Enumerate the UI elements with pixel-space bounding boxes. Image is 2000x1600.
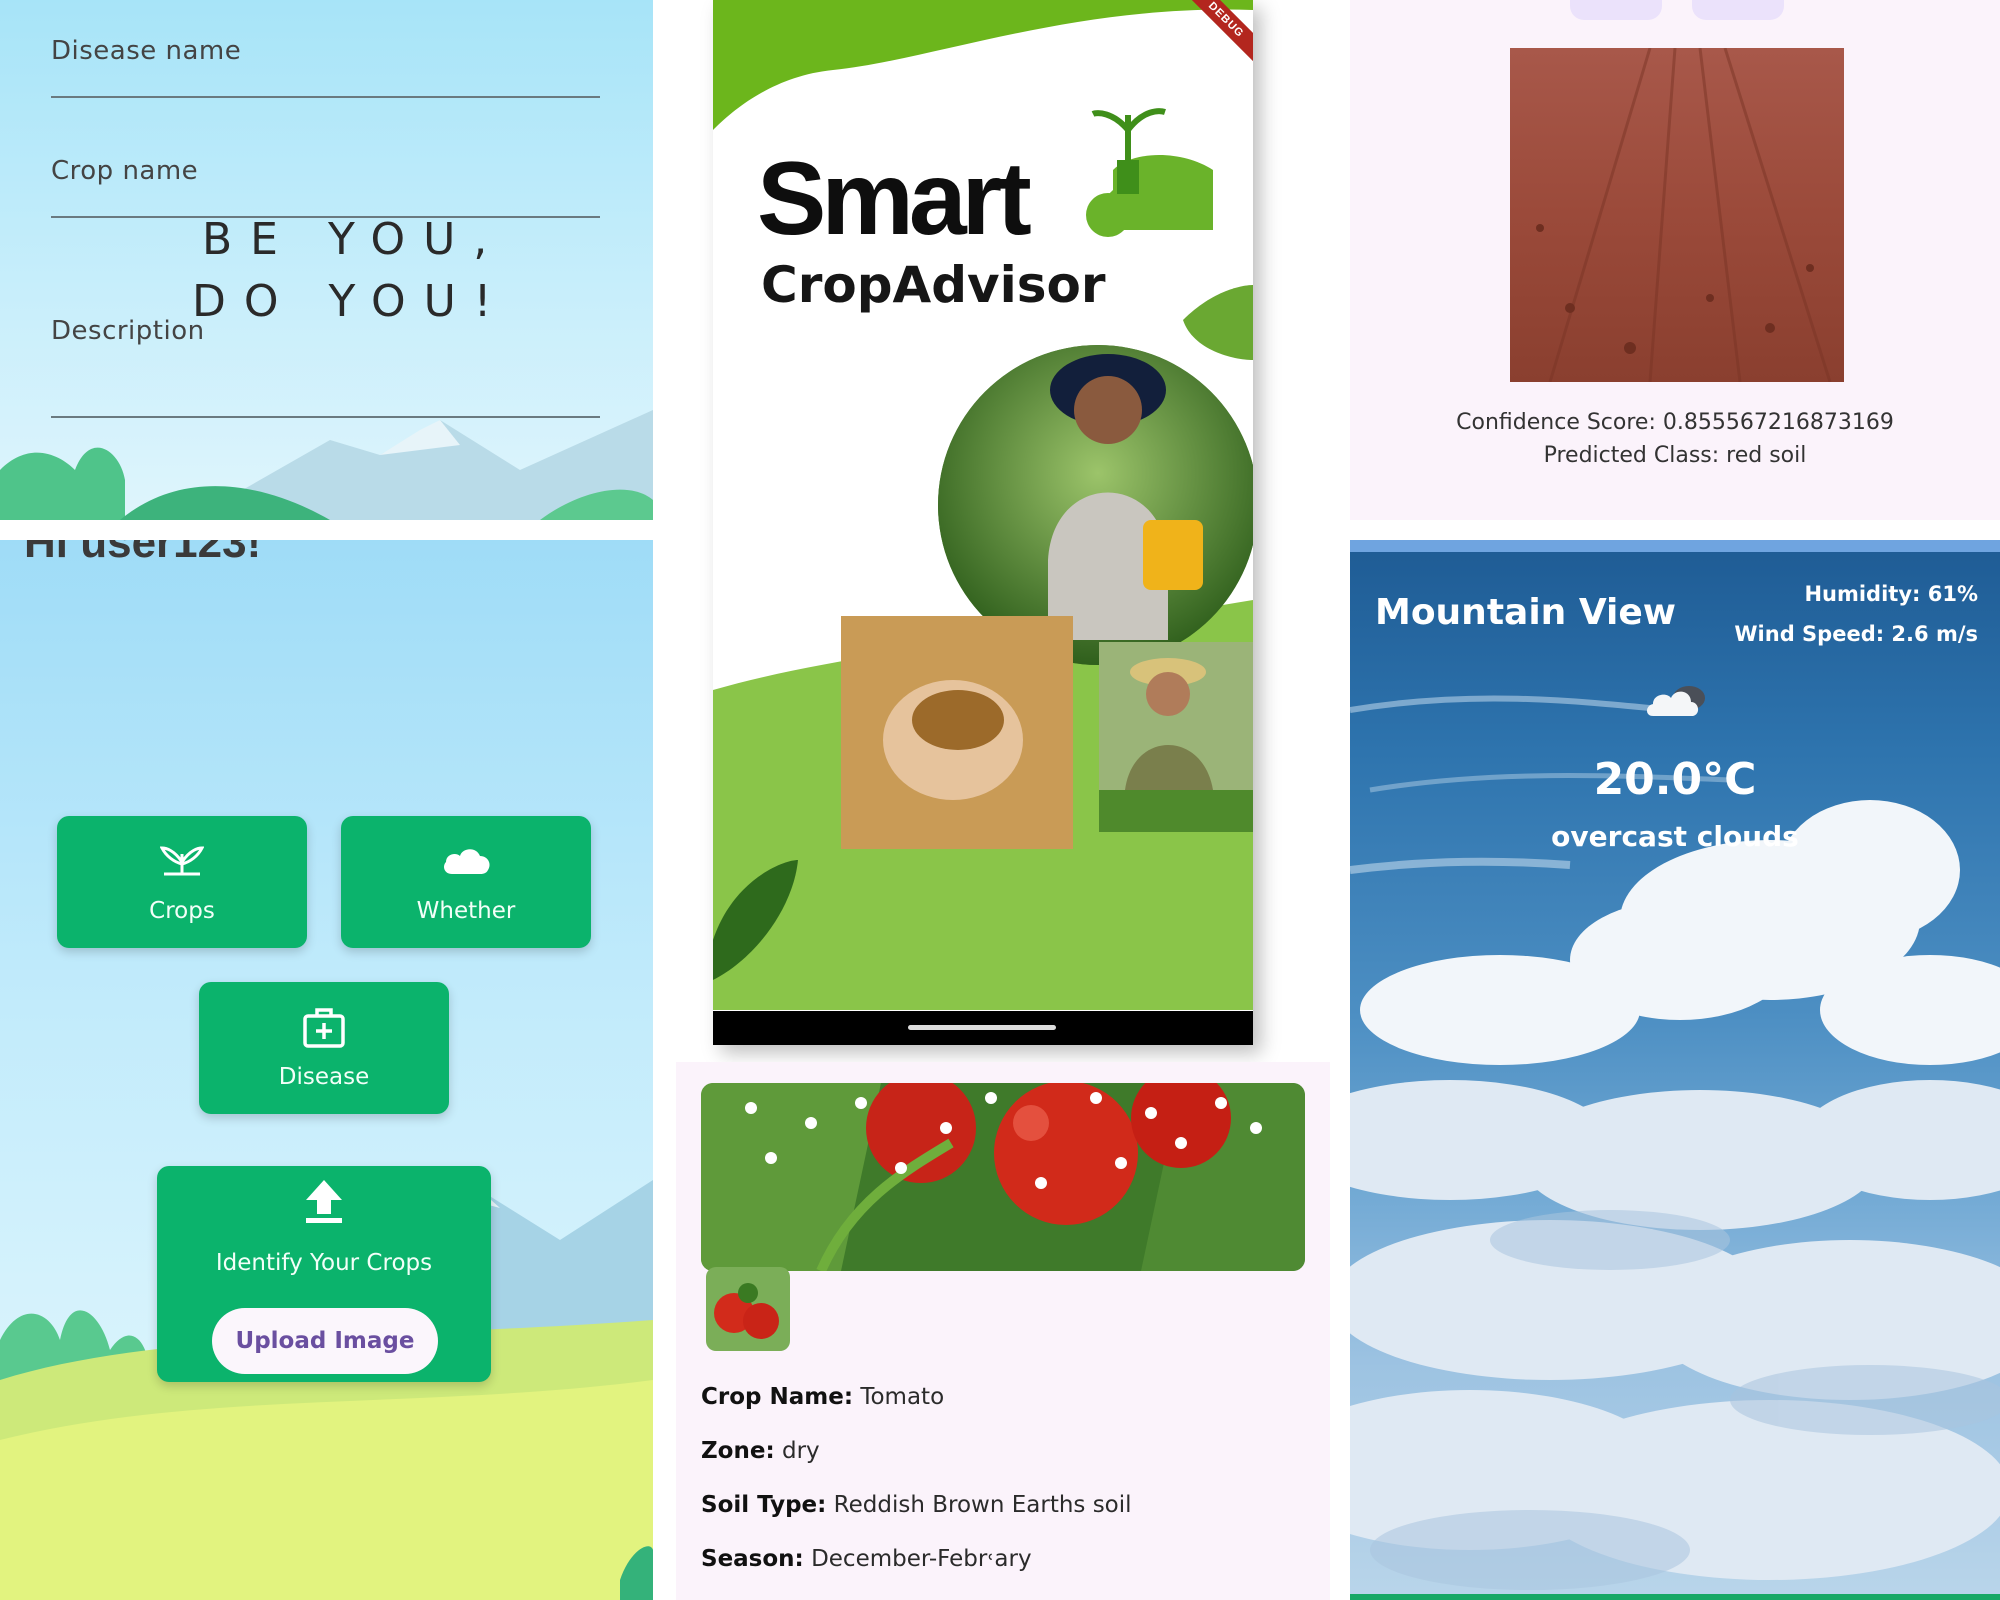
cloud-icon xyxy=(444,849,490,874)
humidity-text: Humidity: 61% xyxy=(1804,582,1978,606)
tomato-thumbnail xyxy=(706,1267,790,1351)
disease-card-label: Disease xyxy=(278,1064,370,1090)
motto-line-2: DO YOU! xyxy=(192,276,510,327)
crops-card-label: Crops xyxy=(149,898,215,924)
season-value: December-Febr˓ary xyxy=(811,1546,1032,1572)
soil-type-row: Soil Type: Reddish Brown Earths soil xyxy=(701,1492,1132,1518)
zone-row: Zone: dry xyxy=(701,1438,820,1464)
logo-hand-plant-icon xyxy=(1086,108,1213,237)
home-gesture-handle[interactable] xyxy=(908,1025,1056,1030)
weather-description: overcast clouds xyxy=(1551,820,1799,853)
tomato-banner-image xyxy=(701,1083,1305,1271)
brand-title: Smart xyxy=(757,141,1032,257)
crop-name-key: Crop Name: xyxy=(701,1384,854,1410)
season-row: Season: December-Febr˓ary xyxy=(701,1546,1032,1572)
disease-card[interactable]: Disease xyxy=(199,982,449,1114)
zone-key: Zone: xyxy=(701,1438,775,1464)
cloud-icon xyxy=(1647,686,1705,716)
brand-subtitle: CropAdvisor xyxy=(761,256,1106,314)
motto-line-1: BE YOU, xyxy=(202,214,506,265)
home-screen: Hi user123! Crops Whether Disease Identi… xyxy=(0,540,653,1600)
upload-icon xyxy=(306,1180,342,1223)
temperature-text: 20.0°C xyxy=(1593,754,1757,805)
identify-crops-title: Identify Your Crops xyxy=(215,1250,433,1276)
disease-form-screen: Disease name Crop name Description BE YO… xyxy=(0,0,653,520)
medical-kit-icon xyxy=(303,1008,345,1048)
tab-button-left[interactable] xyxy=(1570,0,1662,20)
zone-value: dry xyxy=(781,1438,820,1464)
greeting-text: Hi user123! xyxy=(24,540,262,567)
disease-name-underline xyxy=(51,96,600,98)
system-nav-bar xyxy=(713,1011,1253,1045)
crop-name-row: Crop Name: Tomato xyxy=(701,1384,944,1410)
sprout-icon xyxy=(160,846,204,876)
predicted-class: Predicted Class: red soil xyxy=(1543,443,1807,468)
red-soil-image xyxy=(1510,48,1844,382)
soil-type-key: Soil Type: xyxy=(701,1492,827,1518)
crop-name-field[interactable]: Crop name xyxy=(51,156,600,218)
disease-name-label: Disease name xyxy=(51,36,242,66)
city-name: Mountain View xyxy=(1375,592,1677,633)
disease-name-field[interactable]: Disease name xyxy=(51,36,600,98)
upload-image-button[interactable]: Upload Image xyxy=(212,1308,438,1374)
soil-type-value: Reddish Brown Earths soil xyxy=(833,1492,1132,1518)
splash-screen: Smart CropAdvisor DEBUG xyxy=(713,0,1253,1045)
weather-screen: Mountain View Humidity: 61% Wind Speed: … xyxy=(1350,540,2000,1600)
tab-button-right[interactable] xyxy=(1692,0,1784,20)
weather-card[interactable]: Whether xyxy=(341,816,591,948)
crop-details-screen: Crop Name: Tomato Zone: dry Soil Type: R… xyxy=(676,1062,1330,1600)
crop-name-label: Crop name xyxy=(51,156,199,186)
crops-card[interactable]: Crops xyxy=(57,816,307,948)
description-underline xyxy=(51,416,600,418)
weather-card-label: Whether xyxy=(416,898,516,924)
wind-speed-text: Wind Speed: 2.6 m/s xyxy=(1734,622,1978,646)
season-key: Season: xyxy=(701,1546,804,1572)
crop-name-value: Tomato xyxy=(860,1384,945,1410)
soil-prediction-screen: Confidence Score: 0.855567216873169 Pred… xyxy=(1350,0,2000,520)
confidence-score: Confidence Score: 0.855567216873169 xyxy=(1456,410,1894,435)
